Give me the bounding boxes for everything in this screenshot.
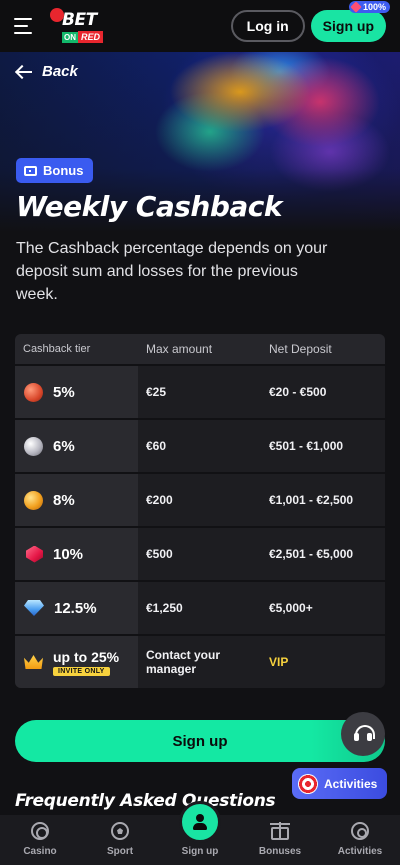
hamburger-menu-icon[interactable] <box>14 18 34 34</box>
page-description: The Cashback percentage depends on your … <box>16 240 328 303</box>
tier-cell: 8% <box>15 474 138 526</box>
net-deposit-cell: €1,001 - €2,500 <box>269 493 354 507</box>
ticket-icon <box>24 165 37 176</box>
casino-chip-icon <box>31 822 49 840</box>
ruby-icon <box>26 545 43 563</box>
header-actions: Log in Sign up 100% <box>230 1 390 42</box>
back-link[interactable]: Back <box>16 63 78 80</box>
table-header: Cashback tier Max amount Net Deposit <box>15 334 385 364</box>
net-deposit-cell: €501 - €1,000 <box>269 439 344 453</box>
betonred-logo[interactable]: BET ON RED <box>48 4 108 48</box>
tier-cell: 10% <box>15 528 138 580</box>
table-row: 6% €60 €501 - €1,000 <box>15 420 385 472</box>
header-net-deposit: Net Deposit <box>269 342 332 356</box>
tier-cell: 12.5% <box>15 582 138 634</box>
logo-red-text: RED <box>78 31 104 43</box>
tier-percent: 8% <box>53 491 75 509</box>
max-amount-cell: €1,250 <box>146 601 183 615</box>
max-amount-cell: €25 <box>146 385 167 399</box>
bottom-nav: Casino Sport Sign up Bonuses Activities <box>0 801 400 865</box>
tier-cell: 5% <box>15 366 138 418</box>
vip-tier: up to 25% INVITE ONLY <box>53 649 119 676</box>
signup-button[interactable]: Sign up <box>15 720 385 762</box>
top-header: BET ON RED Log in Sign up 100% <box>0 0 400 52</box>
max-amount-cell: €200 <box>146 493 173 507</box>
max-amount-cell: €60 <box>146 439 167 453</box>
cashback-table: Cashback tier Max amount Net Deposit 5% … <box>15 334 385 688</box>
diamond-icon <box>24 600 44 616</box>
header-cashback-tier: Cashback tier <box>23 343 91 355</box>
table-row: 5% €25 €20 - €500 <box>15 366 385 418</box>
nav-item-casino[interactable]: Casino <box>0 815 80 865</box>
table-row: 12.5% €1,250 €5,000+ <box>15 582 385 634</box>
nav-item-bonuses[interactable]: Bonuses <box>240 815 320 865</box>
faq-heading: Frequently Asked Questions <box>15 791 276 811</box>
activities-label: Activities <box>324 776 378 791</box>
tier-percent: 6% <box>53 437 75 455</box>
bronze-coin-icon <box>24 382 43 402</box>
tier-cell: 6% <box>15 420 138 472</box>
activities-button[interactable]: Activities <box>292 768 388 799</box>
support-chat-button[interactable] <box>341 712 385 756</box>
back-label: Back <box>42 63 78 80</box>
activities-icon <box>351 822 369 840</box>
tier-percent: up to 25% <box>53 648 120 665</box>
header-max-amount: Max amount <box>146 342 213 356</box>
header-signup-button[interactable]: Sign up 100% <box>310 1 390 42</box>
tier-percent: 10% <box>53 545 84 563</box>
tier-percent: 12.5% <box>54 599 97 617</box>
gold-coin-icon <box>24 490 43 510</box>
tier-cell: up to 25% INVITE ONLY <box>15 636 138 688</box>
logo-bet-text: BET <box>62 10 97 30</box>
bonus-percent-text: 100% <box>362 2 386 12</box>
soccer-ball-icon <box>111 822 129 840</box>
bonus-percent-badge: 100% <box>348 1 390 13</box>
nav-label: Sport <box>106 846 134 857</box>
nav-item-activities[interactable]: Activities <box>320 815 400 865</box>
net-deposit-cell: VIP <box>269 655 289 669</box>
arrow-left-icon <box>16 65 32 79</box>
nav-label: Activities <box>337 846 383 857</box>
login-button[interactable]: Log in <box>230 10 305 42</box>
gift-icon <box>270 822 290 840</box>
bonus-tag: Bonus <box>16 158 94 183</box>
nav-item-signup[interactable]: Sign up <box>160 801 240 865</box>
net-deposit-cell: €2,501 - €5,000 <box>269 547 354 561</box>
nav-label: Bonuses <box>258 846 302 857</box>
logo-on-text: ON <box>62 32 78 43</box>
page-title: Weekly Cashback <box>16 190 283 223</box>
table-row: up to 25% INVITE ONLY Contact your manag… <box>15 636 385 688</box>
max-amount-cell: €500 <box>146 547 173 561</box>
table-row: 10% €500 €2,501 - €5,000 <box>15 528 385 580</box>
invite-only-badge: INVITE ONLY <box>53 666 110 676</box>
user-icon <box>193 814 207 830</box>
tier-percent: 5% <box>53 383 75 401</box>
gem-icon <box>350 1 362 13</box>
net-deposit-cell: €20 - €500 <box>269 385 327 399</box>
header-signup-label: Sign up <box>322 18 374 34</box>
bonus-tag-label: Bonus <box>43 163 84 178</box>
net-deposit-cell: €5,000+ <box>269 601 313 615</box>
signup-fab[interactable] <box>179 801 221 843</box>
nav-label: Casino <box>23 846 57 857</box>
target-icon <box>298 773 318 794</box>
crown-icon <box>24 655 43 669</box>
silver-coin-icon <box>24 436 43 456</box>
headset-icon <box>353 725 375 743</box>
nav-label: Sign up <box>181 846 219 857</box>
table-row: 8% €200 €1,001 - €2,500 <box>15 474 385 526</box>
nav-item-sport[interactable]: Sport <box>80 815 160 865</box>
max-amount-cell: Contact your manager <box>146 648 221 676</box>
